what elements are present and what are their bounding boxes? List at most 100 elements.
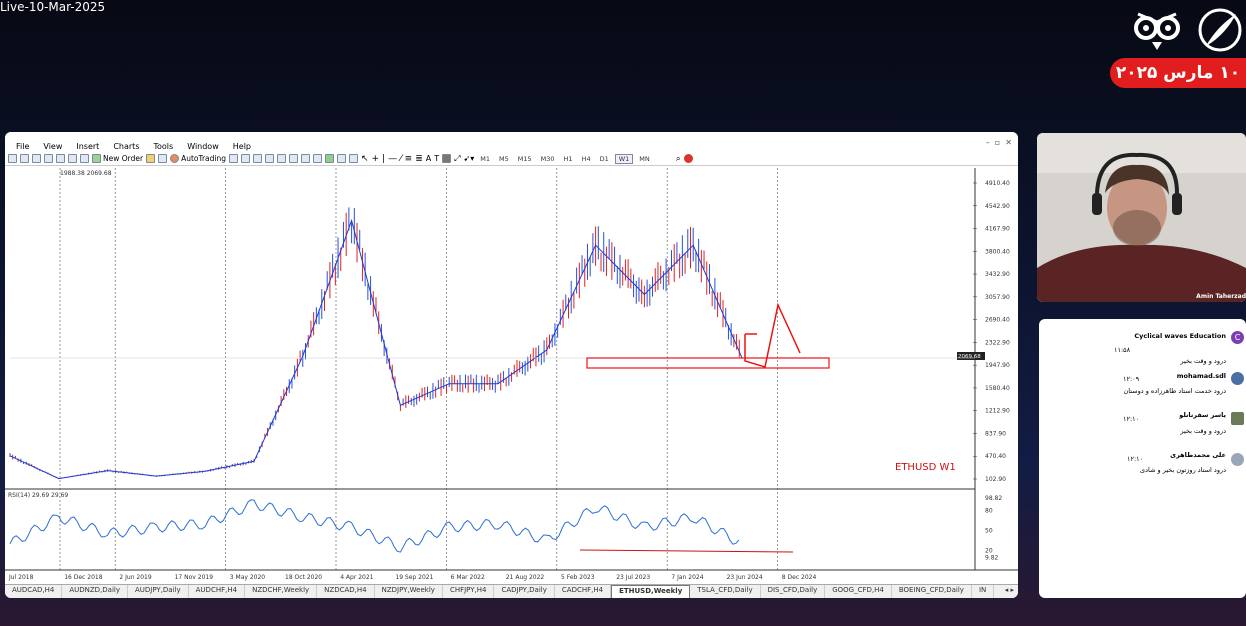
mt4-titlebar [5,132,1018,140]
chart-tab[interactable]: CADJPY,Daily [494,585,555,598]
price-tick-label: 470.40 [985,453,1006,460]
chat-sender: mohamad.sdl [1176,372,1226,380]
chat-panel: C Cyclical waves Education ۱۱:۵۸ درود و … [1039,319,1246,598]
avatar [1231,372,1244,385]
rsi-tick-label: 50 [985,528,993,535]
price-chart[interactable]: 1988.38 2069.68 4910.40 4542.90 4167.90 380… [5,168,1018,584]
symbol-label: ETHUSD W1 [895,462,956,473]
chart-shift-icon[interactable] [313,154,322,163]
stream-title: Live-10-Mar-2025 [0,0,106,14]
price-tick-label: 102.90 [985,476,1006,483]
templates-icon[interactable] [349,154,358,163]
menu-file[interactable]: File [9,142,36,151]
zoom-in-icon[interactable] [265,154,274,163]
terminal-icon[interactable] [68,154,77,163]
indicators-icon[interactable] [325,154,334,163]
chart-tab[interactable]: CADCHF,H4 [555,585,612,598]
new-order-button[interactable]: New Order [92,154,143,163]
toolbar: New Order AutoTrading ↖ + | — ⁄ ≡ ≣ A T … [5,152,1018,166]
bar-chart-icon[interactable] [229,154,238,163]
arrows-icon[interactable]: ➹▾ [464,154,475,163]
trendline-icon[interactable]: ⁄ [400,154,402,164]
chat-time: ۱۱:۵۸ [1114,346,1131,354]
menu-insert[interactable]: Insert [69,142,106,151]
chart-tab[interactable]: AUDNZD,Daily [62,585,128,598]
price-tick-label: 1212.90 [985,408,1010,415]
chart-tab[interactable]: ETHUSD,Weekly [611,585,691,598]
timeframe-d1[interactable]: D1 [597,155,612,163]
price-tick-label: 2690.40 [985,317,1010,324]
text-icon[interactable]: A [426,154,431,163]
tab-scroll-arrows[interactable]: ◂ ▸ [1001,585,1018,598]
chat-message: علی محمدطاهری ۱۲:۱۰ درود استاد روزتون بخ… [1039,450,1246,486]
alert-icon[interactable] [683,154,693,163]
menu-charts[interactable]: Charts [106,142,146,151]
chat-message: mohamad.sdl ۱۲:۰۹ درود خدمت استاد طاهرزا… [1039,369,1246,405]
periods-icon[interactable] [337,154,346,163]
tile-windows-icon[interactable] [289,154,298,163]
chart-tab[interactable]: GOOG_CFD,H4 [825,585,892,598]
chat-message: یاسر سفرنانلو ۱۲:۱۰ درود و وقت بخیر [1039,409,1246,445]
horizontal-line-icon[interactable]: — [388,154,397,164]
cursor-icon[interactable]: ↖ [361,154,369,164]
crosshair-icon[interactable]: + [372,154,380,164]
line-chart-icon[interactable] [253,154,262,163]
chart-tab[interactable]: NZDCHF,Weekly [245,585,318,598]
chart-tab[interactable]: BOEING_CFD,Daily [892,585,972,598]
price-tick-label: 837.90 [985,430,1006,437]
timeframe-mn[interactable]: MN [636,155,652,163]
chart-tab[interactable]: NZDJPY,Weekly [375,585,443,598]
chat-message: C Cyclical waves Education ۱۱:۵۸ درود و … [1039,329,1246,365]
chart-tab[interactable]: AUDJPY,Daily [128,585,189,598]
timeframe-m15[interactable]: M15 [515,155,535,163]
channel-icon[interactable]: ≡ [405,154,413,164]
timeframe-m5[interactable]: M5 [496,155,512,163]
fibonacci-icon[interactable]: ≣ [415,154,423,164]
rsi-tick-label: 98.82 [985,495,1002,502]
autotrading-button[interactable]: AutoTrading [170,154,226,163]
menu-window[interactable]: Window [180,142,226,151]
menu-help[interactable]: Help [226,142,258,151]
timeframe-h4[interactable]: H4 [579,155,594,163]
avatar [1231,412,1244,425]
zoom-out-icon[interactable] [277,154,286,163]
profiles-icon[interactable] [20,154,29,163]
chart-tab[interactable]: NZDCAD,H4 [317,585,375,598]
chart-tab[interactable]: IN [972,585,995,598]
current-price-label: 2069.68 [958,354,981,360]
shapes-icon[interactable]: ⤢ [454,154,460,164]
price-tick-label: 3800.40 [985,248,1010,255]
metaeditor-icon[interactable] [146,154,156,163]
search-icon[interactable]: ⌕ [676,154,681,164]
menu-view[interactable]: View [36,142,69,151]
chart-tab[interactable]: DIS_CFD,Daily [761,585,826,598]
new-order-icon [92,154,101,163]
new-chart-icon[interactable] [8,154,17,163]
avatar [1231,453,1244,466]
chart-tab[interactable]: AUDCAD,H4 [5,585,63,598]
timeframe-m1[interactable]: M1 [477,155,493,163]
date-tick-label: 6 Mar 2022 [451,574,485,581]
chart-tab[interactable]: TSLA_CFD,Daily [690,585,761,598]
label-icon[interactable]: T [434,154,439,163]
navigator-icon[interactable] [56,154,65,163]
timeframe-m30[interactable]: M30 [538,155,558,163]
timeframe-h1[interactable]: H1 [561,155,576,163]
vertical-line-icon[interactable]: | [382,154,385,164]
presenter-name: Amin Taherzad [1196,293,1246,300]
autoscroll-icon[interactable] [301,154,310,163]
options-icon[interactable] [158,154,168,163]
candlestick-icon[interactable] [241,154,250,163]
menu-tools[interactable]: Tools [146,142,180,151]
chart-tab[interactable]: AUDCHF,H4 [189,585,246,598]
price-tick-label: 3057.90 [985,294,1010,301]
market-watch-icon[interactable] [32,154,41,163]
chat-time: ۱۲:۱۰ [1127,455,1144,463]
tester-icon[interactable] [80,154,89,163]
data-window-icon[interactable] [44,154,53,163]
date-tick-label: 17 Nov 2019 [175,574,214,581]
timeframe-w1[interactable]: W1 [614,153,634,164]
chart-tab[interactable]: CHFJPY,H4 [443,585,495,598]
window-controls[interactable]: – ▫ ✕ [986,138,1012,147]
rectangle-icon[interactable] [442,154,452,163]
